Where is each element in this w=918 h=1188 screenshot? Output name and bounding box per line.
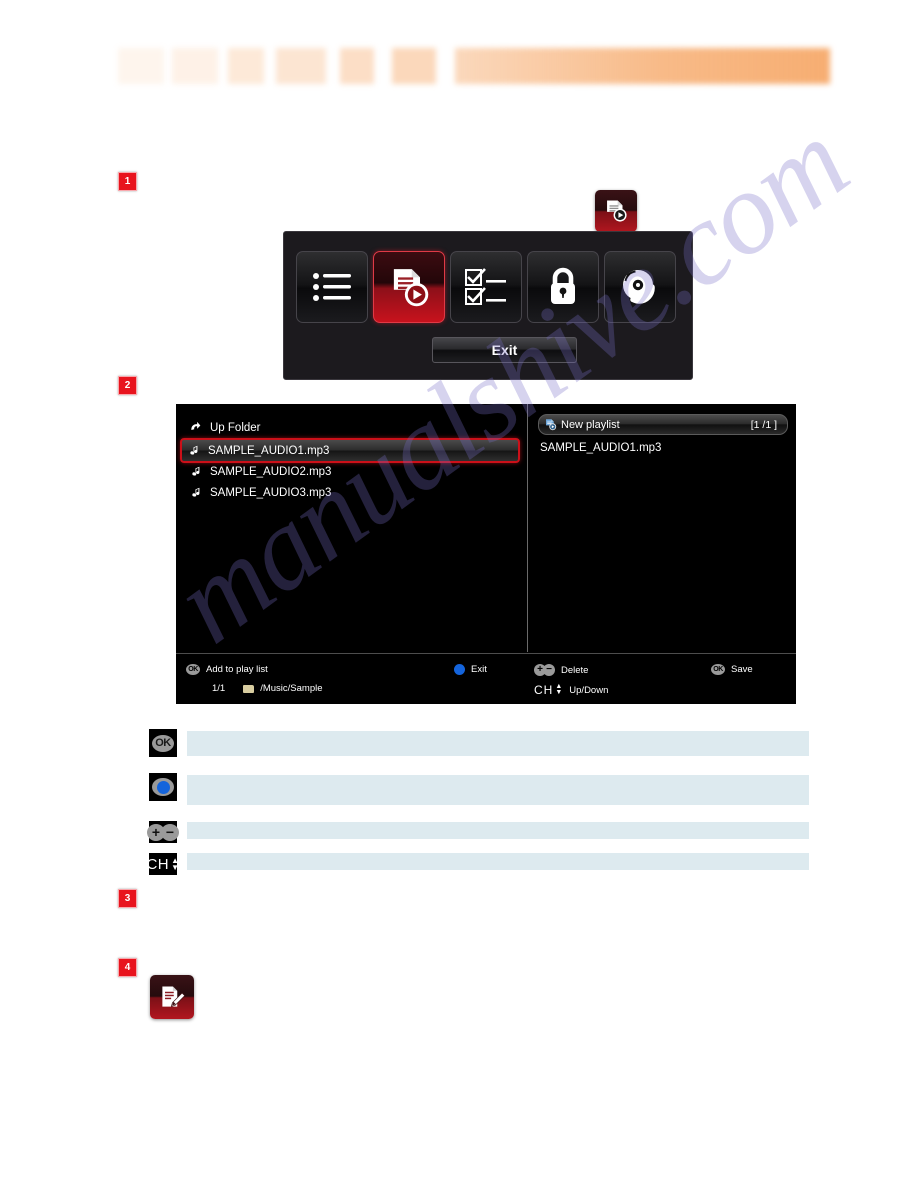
playlist-edit-icon-callout xyxy=(150,975,194,1019)
osd-menu-panel: Exit xyxy=(283,231,693,380)
page-header-band xyxy=(0,48,918,88)
osd-tile-play-list[interactable] xyxy=(373,251,445,323)
footer-hint: Exit xyxy=(454,664,487,675)
lock-icon xyxy=(551,267,575,304)
file-row[interactable]: SAMPLE_AUDIO2.mp3 xyxy=(184,461,516,482)
footer-hint: CH ▲ ▼ Up/Down xyxy=(534,683,608,697)
volume-plus-minus-icon: + − xyxy=(534,664,555,676)
legend-key-cell xyxy=(149,773,177,801)
footer-hint: OK Save xyxy=(711,664,753,675)
playlist-play-icon xyxy=(393,269,429,307)
playlist-play-icon xyxy=(607,200,627,222)
footer-hint-label: Save xyxy=(731,664,753,675)
disc-refresh-icon xyxy=(623,270,655,304)
playlist-header[interactable]: New playlist [1 /1 ] xyxy=(538,414,788,435)
current-path: /Music/Sample xyxy=(260,683,323,694)
checklist-icon xyxy=(465,268,506,305)
osd-footer-hints: OK Add to play list Exit + − Delete OK Save CH ▲ ▼… xyxy=(176,653,796,704)
legend-table: OK + − CH ▲ ▼ xyxy=(146,729,809,889)
playlist-pane: New playlist [1 /1 ] SAMPLE_AUDIO1.mp3 xyxy=(528,404,796,652)
page-indicator-hint: 1/1 /Music/Sample xyxy=(212,683,323,694)
legend-description-bar xyxy=(187,853,809,870)
page-indicator: 1/1 xyxy=(212,683,226,694)
playlist-edit-icon xyxy=(162,986,186,1007)
file-row-label: SAMPLE_AUDIO3.mp3 xyxy=(210,486,332,499)
step-badge-4: 4 xyxy=(118,958,137,977)
blue-button-icon xyxy=(454,664,465,675)
osd-playlist-screen: Up Folder SAMPLE_AUDIO1.mp3 SAMPLE_AUDIO2.… xyxy=(176,404,796,704)
legend-description-bar xyxy=(187,822,809,839)
osd-tile-disc-refresh[interactable] xyxy=(604,251,676,323)
file-row[interactable]: Up Folder xyxy=(184,417,516,438)
legend-description-bar xyxy=(187,775,809,805)
music-note-icon xyxy=(184,486,206,499)
playlist-title: New playlist xyxy=(561,418,620,431)
step-badge-2: 2 xyxy=(118,376,137,395)
file-browser-pane: Up Folder SAMPLE_AUDIO1.mp3 SAMPLE_AUDIO2.… xyxy=(176,404,527,652)
playlist-play-icon xyxy=(539,418,561,431)
step-badge-1: 1 xyxy=(118,172,137,191)
osd-tile-lock[interactable] xyxy=(527,251,599,323)
legend-key-cell: + − xyxy=(147,821,179,843)
legend-description-bar xyxy=(187,731,809,756)
folder-icon xyxy=(243,684,255,693)
header-redacted-block xyxy=(118,48,164,84)
footer-hint: OK Add to play list xyxy=(186,664,268,675)
header-redacted-block xyxy=(172,48,218,84)
playlist-item[interactable]: SAMPLE_AUDIO1.mp3 xyxy=(540,442,661,454)
channel-up-down-icon: CH ▲ ▼ xyxy=(534,683,564,697)
footer-hint-label: Up/Down xyxy=(569,684,609,696)
music-note-icon xyxy=(184,465,206,478)
music-note-icon xyxy=(182,444,204,457)
playlist-count: [1 /1 ] xyxy=(750,418,777,431)
bulleted-list-icon xyxy=(313,273,351,301)
osd-tile-check-list[interactable] xyxy=(450,251,522,323)
volume-plus-minus-icon: + − xyxy=(147,823,179,841)
header-redacted-block xyxy=(276,48,326,84)
footer-hint-label: Add to play list xyxy=(206,664,268,675)
ok-button-icon: OK xyxy=(152,734,174,752)
ok-button-icon: OK xyxy=(711,664,725,675)
osd-tile-file-list[interactable] xyxy=(296,251,368,323)
legend-key-cell: CH ▲ ▼ xyxy=(146,853,180,875)
file-row-label: Up Folder xyxy=(210,421,261,434)
up-folder-icon xyxy=(184,421,206,434)
ok-button-icon: OK xyxy=(186,664,200,675)
footer-hint: + − Delete xyxy=(534,664,588,676)
header-redacted-block xyxy=(455,48,830,84)
playlist-play-icon-callout xyxy=(595,190,637,232)
header-redacted-block xyxy=(228,48,264,84)
legend-key-cell: OK xyxy=(149,729,177,757)
osd-exit-button[interactable]: Exit xyxy=(432,337,577,363)
header-redacted-block xyxy=(340,48,374,84)
file-row-selected[interactable]: SAMPLE_AUDIO1.mp3 xyxy=(180,438,520,463)
step-badge-3: 3 xyxy=(118,889,137,908)
blue-button-icon xyxy=(152,778,174,796)
file-row-label: SAMPLE_AUDIO2.mp3 xyxy=(210,465,332,478)
file-row[interactable]: SAMPLE_AUDIO3.mp3 xyxy=(184,482,516,503)
footer-hint-label: Delete xyxy=(561,664,589,676)
channel-up-down-icon: CH ▲ ▼ xyxy=(146,855,180,873)
file-row-label: SAMPLE_AUDIO1.mp3 xyxy=(208,444,330,457)
header-redacted-block xyxy=(392,48,436,84)
footer-hint-label: Exit xyxy=(471,664,487,675)
